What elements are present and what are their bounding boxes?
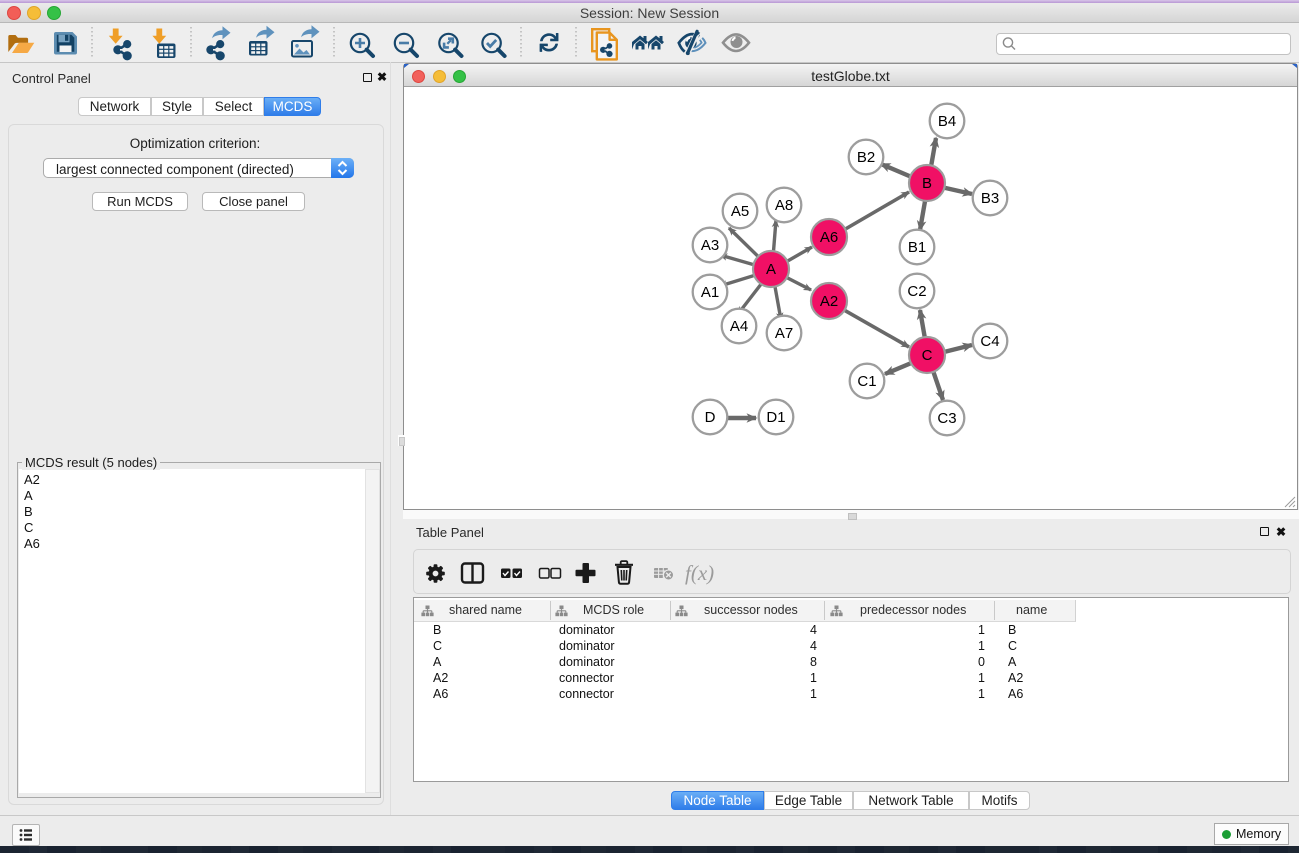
svg-text:C: C	[922, 347, 933, 364]
svg-text:C2: C2	[907, 283, 926, 300]
svg-text:f(x): f(x)	[685, 561, 714, 585]
svg-text:A4: A4	[730, 318, 748, 335]
svg-text:A8: A8	[775, 197, 793, 214]
svg-text:B2: B2	[857, 149, 875, 166]
svg-text:A1: A1	[701, 284, 719, 301]
svg-text:C4: C4	[980, 333, 999, 350]
svg-text:B4: B4	[938, 113, 956, 130]
svg-text:A7: A7	[775, 325, 793, 342]
svg-text:B: B	[922, 175, 932, 192]
svg-text:A3: A3	[701, 237, 719, 254]
svg-text:A6: A6	[820, 229, 838, 246]
svg-text:C1: C1	[857, 373, 876, 390]
svg-text:A5: A5	[731, 203, 749, 220]
svg-text:B1: B1	[908, 239, 926, 256]
svg-text:D: D	[705, 409, 716, 426]
svg-text:A: A	[766, 261, 776, 278]
svg-text:D1: D1	[766, 409, 785, 426]
svg-text:A2: A2	[820, 293, 838, 310]
svg-text:C3: C3	[937, 410, 956, 427]
svg-text:B3: B3	[981, 190, 999, 207]
